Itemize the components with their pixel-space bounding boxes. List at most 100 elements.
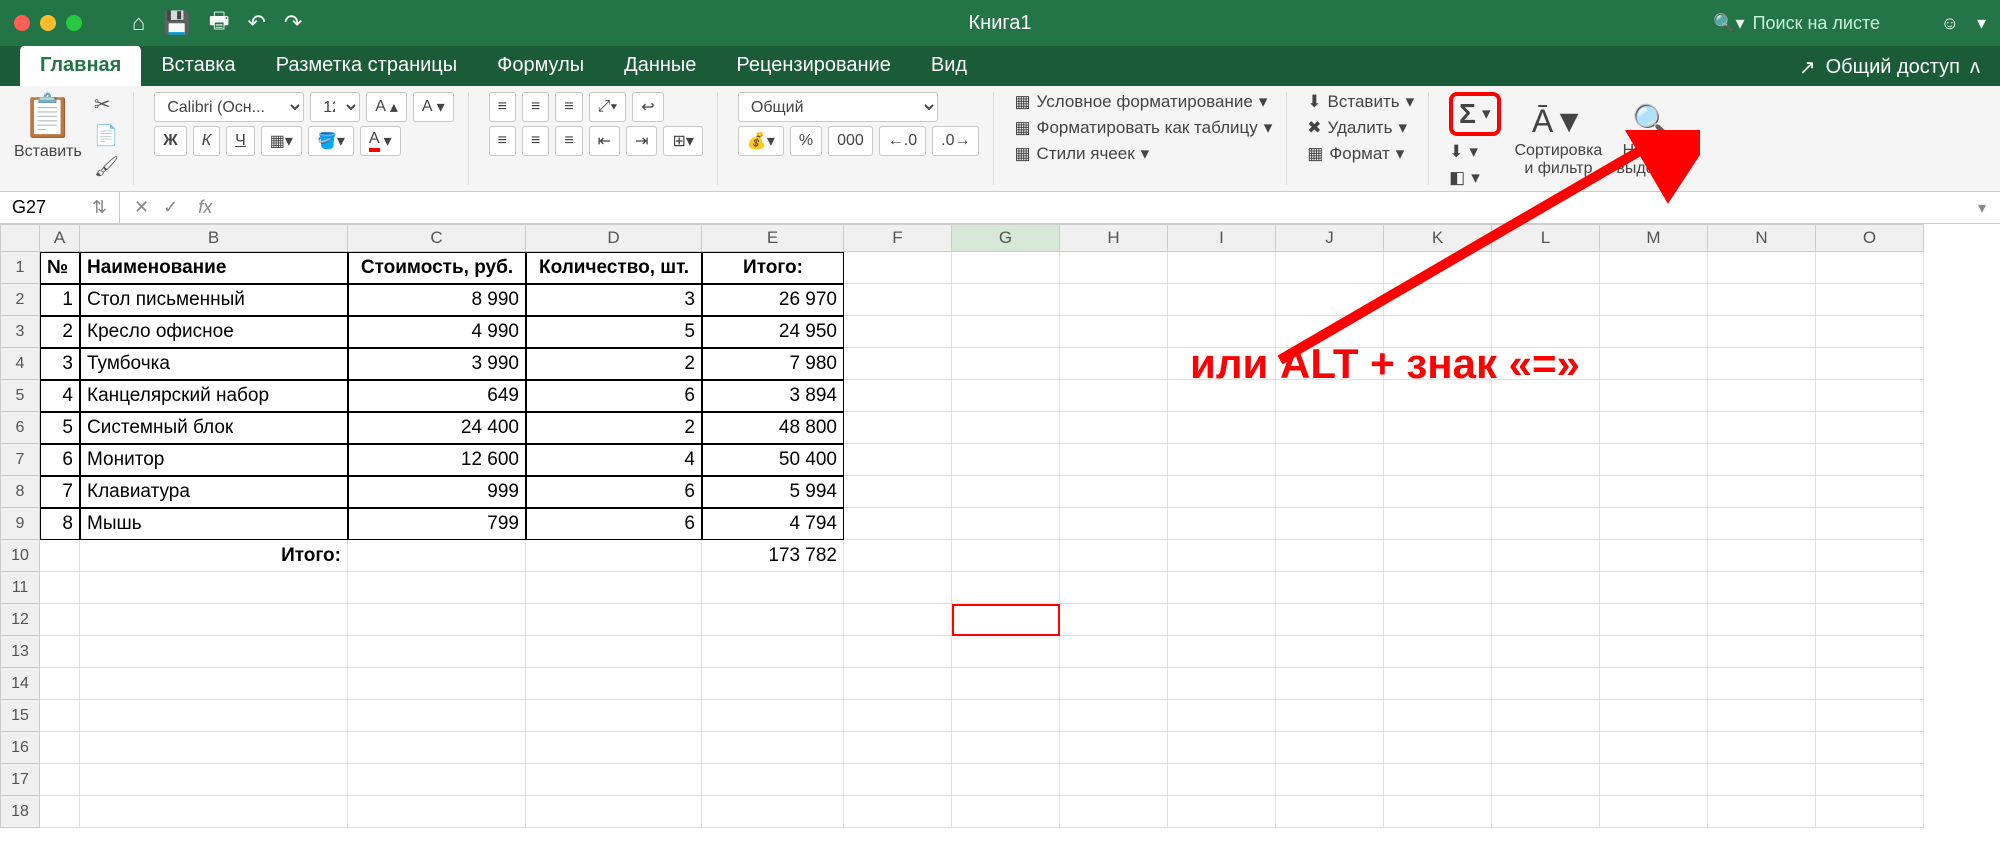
cell[interactable] bbox=[526, 700, 702, 732]
cell[interactable] bbox=[40, 572, 80, 604]
cell[interactable] bbox=[1276, 412, 1384, 444]
column-header[interactable]: I bbox=[1168, 224, 1276, 252]
cell[interactable] bbox=[1816, 604, 1924, 636]
cell[interactable] bbox=[1060, 732, 1168, 764]
cell[interactable] bbox=[1168, 764, 1276, 796]
cell[interactable] bbox=[526, 636, 702, 668]
cell[interactable] bbox=[1168, 732, 1276, 764]
cell[interactable] bbox=[952, 668, 1060, 700]
cell[interactable] bbox=[526, 540, 702, 572]
cell[interactable] bbox=[1492, 604, 1600, 636]
close-window-button[interactable] bbox=[14, 15, 30, 31]
cell[interactable] bbox=[1384, 604, 1492, 636]
cell[interactable]: Стол письменный bbox=[80, 284, 348, 316]
cell[interactable] bbox=[1168, 412, 1276, 444]
cell[interactable] bbox=[1168, 444, 1276, 476]
cell[interactable] bbox=[348, 540, 526, 572]
cell[interactable]: 8 bbox=[40, 508, 80, 540]
cell[interactable] bbox=[1060, 380, 1168, 412]
cell[interactable] bbox=[1384, 796, 1492, 828]
cell[interactable] bbox=[844, 444, 952, 476]
cell[interactable] bbox=[1600, 444, 1708, 476]
cell[interactable]: 4 bbox=[526, 444, 702, 476]
cell[interactable]: Наименование bbox=[80, 252, 348, 284]
percent-button[interactable]: % bbox=[790, 126, 822, 156]
column-header[interactable]: F bbox=[844, 224, 952, 252]
align-middle-button[interactable]: ≡ bbox=[522, 92, 549, 122]
cell[interactable] bbox=[1816, 700, 1924, 732]
cell[interactable] bbox=[1492, 572, 1600, 604]
cell[interactable] bbox=[1492, 252, 1600, 284]
cell[interactable] bbox=[348, 732, 526, 764]
increase-indent-button[interactable]: ⇥ bbox=[626, 126, 657, 156]
delete-cells-button[interactable]: ✖Удалить ▾ bbox=[1307, 118, 1414, 138]
cell[interactable] bbox=[1276, 444, 1384, 476]
cell[interactable] bbox=[40, 604, 80, 636]
cell[interactable]: 4 bbox=[40, 380, 80, 412]
cell[interactable] bbox=[1384, 636, 1492, 668]
column-header[interactable]: E bbox=[702, 224, 844, 252]
cell[interactable] bbox=[1816, 380, 1924, 412]
expand-formula-bar-icon[interactable]: ▾ bbox=[1978, 198, 2000, 218]
cell[interactable] bbox=[1816, 284, 1924, 316]
decrease-decimal-button[interactable]: .0→ bbox=[932, 126, 979, 156]
cell[interactable] bbox=[80, 668, 348, 700]
format-cells-button[interactable]: ▦Формат ▾ bbox=[1307, 144, 1414, 164]
cell[interactable] bbox=[1060, 636, 1168, 668]
cell[interactable]: 5 bbox=[526, 316, 702, 348]
cell[interactable] bbox=[1600, 284, 1708, 316]
cell[interactable] bbox=[844, 636, 952, 668]
cell[interactable] bbox=[1600, 508, 1708, 540]
cell[interactable] bbox=[844, 284, 952, 316]
minimize-window-button[interactable] bbox=[40, 15, 56, 31]
decrease-font-button[interactable]: A▾ bbox=[413, 92, 454, 122]
tab-formulas[interactable]: Формулы bbox=[477, 45, 604, 86]
font-size-select[interactable]: 12 bbox=[310, 92, 360, 122]
cell[interactable] bbox=[1492, 476, 1600, 508]
row-header[interactable]: 8 bbox=[0, 476, 40, 508]
cell[interactable] bbox=[1816, 412, 1924, 444]
cell[interactable] bbox=[1060, 700, 1168, 732]
cell[interactable] bbox=[1060, 284, 1168, 316]
cell[interactable] bbox=[1276, 572, 1384, 604]
row-header[interactable]: 11 bbox=[0, 572, 40, 604]
cell[interactable] bbox=[844, 700, 952, 732]
sort-filter-button[interactable]: Ᾱ▼ Сортировка и фильтр bbox=[1515, 103, 1603, 178]
row-header[interactable]: 1 bbox=[0, 252, 40, 284]
cell[interactable] bbox=[1168, 572, 1276, 604]
align-left-button[interactable]: ≡ bbox=[489, 126, 516, 156]
cell[interactable]: 1 bbox=[40, 284, 80, 316]
cell[interactable]: Канцелярский набор bbox=[80, 380, 348, 412]
cell[interactable] bbox=[348, 700, 526, 732]
cell[interactable] bbox=[1708, 476, 1816, 508]
row-header[interactable]: 10 bbox=[0, 540, 40, 572]
borders-button[interactable]: ▦▾ bbox=[261, 126, 302, 156]
cell[interactable] bbox=[40, 796, 80, 828]
cell[interactable] bbox=[1276, 476, 1384, 508]
clear-button[interactable]: ◧▾ bbox=[1449, 168, 1500, 188]
cell[interactable]: 2 bbox=[526, 412, 702, 444]
cell[interactable] bbox=[702, 764, 844, 796]
cell[interactable] bbox=[702, 572, 844, 604]
cell[interactable]: 26 970 bbox=[702, 284, 844, 316]
cell[interactable] bbox=[526, 732, 702, 764]
cell[interactable] bbox=[1816, 316, 1924, 348]
cell[interactable] bbox=[1816, 252, 1924, 284]
row-header[interactable]: 9 bbox=[0, 508, 40, 540]
cell[interactable] bbox=[1600, 764, 1708, 796]
cell[interactable]: 12 600 bbox=[348, 444, 526, 476]
cell[interactable] bbox=[1708, 252, 1816, 284]
cell[interactable] bbox=[1384, 572, 1492, 604]
cell[interactable] bbox=[702, 700, 844, 732]
cell[interactable] bbox=[952, 476, 1060, 508]
cell[interactable] bbox=[1708, 444, 1816, 476]
cell[interactable] bbox=[1168, 476, 1276, 508]
cell[interactable] bbox=[844, 508, 952, 540]
cell[interactable] bbox=[40, 668, 80, 700]
cell[interactable] bbox=[1060, 604, 1168, 636]
cell[interactable] bbox=[80, 732, 348, 764]
cell[interactable]: 3 bbox=[526, 284, 702, 316]
cell[interactable] bbox=[40, 764, 80, 796]
cell[interactable]: 799 bbox=[348, 508, 526, 540]
cell[interactable] bbox=[1060, 668, 1168, 700]
